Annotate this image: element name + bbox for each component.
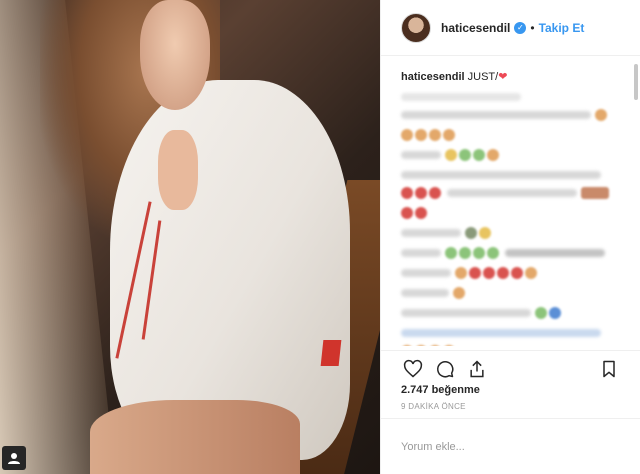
blurred-comment	[401, 329, 601, 337]
blurred-comment	[401, 187, 633, 199]
add-comment-bar	[381, 418, 640, 474]
heart-emoji: ❤	[498, 71, 508, 83]
caption-username[interactable]: haticesendil	[401, 71, 465, 83]
blurred-comment	[401, 267, 633, 279]
post-sidebar: haticesendil ✓ • Takip Et haticesendil J…	[380, 0, 640, 474]
blurred-comment	[401, 207, 633, 219]
follow-button[interactable]: Takip Et	[539, 21, 585, 35]
likes-count[interactable]: 2.747 beğenme	[401, 384, 480, 396]
blurred-comment	[401, 109, 633, 121]
separator-dot: •	[530, 20, 535, 35]
blurred-comment	[401, 129, 633, 141]
blurred-comment	[401, 171, 601, 179]
caption-text: JUST/	[467, 71, 499, 83]
blurred-comment	[401, 149, 633, 161]
avatar[interactable]	[401, 12, 431, 43]
post-caption: haticesendil JUST/❤	[401, 70, 633, 83]
photo-hand	[158, 130, 198, 210]
bookmark-icon[interactable]	[597, 357, 621, 381]
blurred-comment	[401, 93, 521, 101]
post-timestamp: 9 DAKİKA ÖNCE	[401, 402, 466, 411]
blurred-comment	[401, 227, 633, 239]
photo-hoodie-logo	[320, 340, 342, 366]
comment-bubble-icon[interactable]	[433, 357, 457, 381]
verified-badge-icon: ✓	[514, 21, 527, 34]
blurred-comment	[401, 345, 633, 346]
blurred-comment	[401, 307, 633, 319]
post-header: haticesendil ✓ • Takip Et	[381, 0, 640, 56]
heart-icon[interactable]	[401, 357, 425, 381]
comments-scrollbar[interactable]	[634, 62, 638, 342]
comments-list: haticesendil JUST/❤	[381, 56, 633, 346]
share-icon[interactable]	[465, 357, 489, 381]
post-actions	[381, 350, 640, 386]
photo-face	[140, 0, 210, 110]
post-photo[interactable]	[0, 0, 380, 474]
username-link[interactable]: haticesendil	[441, 21, 510, 35]
user-tag-icon[interactable]	[2, 446, 26, 470]
blurred-comment	[401, 247, 633, 259]
comment-input[interactable]	[401, 440, 601, 453]
blurred-comment	[401, 287, 633, 299]
scrollbar-thumb[interactable]	[634, 64, 638, 100]
photo-legs	[90, 400, 300, 474]
